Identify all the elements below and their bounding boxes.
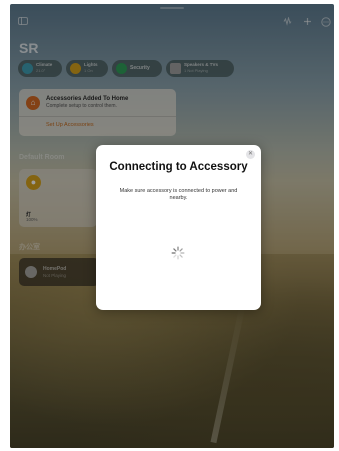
loading-spinner-icon [171,246,185,260]
close-icon[interactable]: ✕ [246,150,255,159]
dialog-description: Make sure accessory is connected to powe… [119,188,238,201]
dialog-title: Connecting to Accessory [109,161,248,173]
ipad-screen: SR Climate 21.0° Lights 1 On Security Sp… [10,4,334,448]
connecting-dialog: ✕ Connecting to Accessory Make sure acce… [96,145,261,310]
